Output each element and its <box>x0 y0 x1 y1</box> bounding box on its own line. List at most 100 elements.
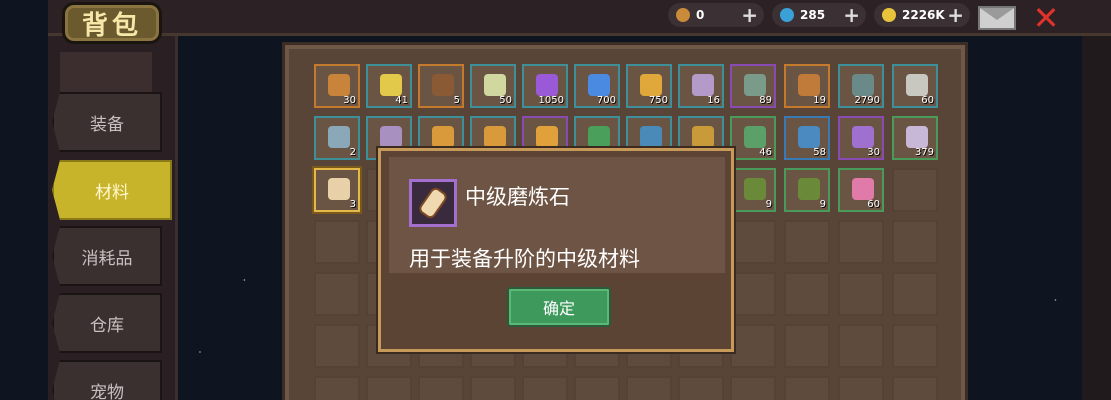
inventory-slot[interactable]: 2790 <box>838 64 884 108</box>
inventory-slot-empty[interactable] <box>730 272 776 316</box>
inventory-slot[interactable]: 46 <box>730 116 776 160</box>
inventory-slot-empty[interactable] <box>574 376 620 400</box>
inventory-slot[interactable]: 89 <box>730 64 776 108</box>
inventory-slot[interactable]: 2 <box>314 116 360 160</box>
inventory-slot-empty[interactable] <box>678 376 724 400</box>
inventory-slot-empty[interactable] <box>314 220 360 264</box>
inventory-slot-empty[interactable] <box>730 324 776 368</box>
inventory-slot-empty[interactable] <box>784 272 830 316</box>
item-count: 5 <box>453 95 460 106</box>
item-count: 379 <box>914 147 934 158</box>
inventory-slot[interactable]: 30 <box>314 64 360 108</box>
inventory-slot[interactable]: 19 <box>784 64 830 108</box>
blue-crystal-icon <box>588 74 610 96</box>
inventory-slot-empty[interactable] <box>892 376 938 400</box>
tab-equipment[interactable]: 装备 <box>52 92 162 152</box>
feather-icon <box>906 74 928 96</box>
coin-icon <box>380 74 402 96</box>
inventory-slot[interactable]: 5 <box>418 64 464 108</box>
inventory-slot[interactable]: 60 <box>892 64 938 108</box>
inventory-slot[interactable]: 60 <box>838 168 884 212</box>
inventory-slot-empty[interactable] <box>838 324 884 368</box>
film-icon <box>852 74 874 96</box>
item-count: 60 <box>921 95 934 106</box>
blue-leaf-icon <box>640 126 662 148</box>
inventory-slot[interactable]: 9 <box>784 168 830 212</box>
inventory-slot-empty[interactable] <box>784 220 830 264</box>
item-count: 41 <box>395 95 408 106</box>
mail-icon[interactable] <box>978 6 1016 30</box>
item-count: 2790 <box>854 95 880 106</box>
ore-icon <box>380 126 402 148</box>
left-frame-accent <box>60 52 152 92</box>
item-count: 89 <box>759 95 772 106</box>
orb-icon <box>484 74 506 96</box>
inventory-slot-empty[interactable] <box>892 272 938 316</box>
gold-crystal-icon <box>640 74 662 96</box>
currency-gem[interactable]: 285 + <box>772 3 866 27</box>
key-icon <box>328 74 350 96</box>
currency-key[interactable]: 0 + <box>668 3 764 27</box>
inventory-slot-empty[interactable] <box>838 376 884 400</box>
inventory-slot-empty[interactable] <box>314 324 360 368</box>
inventory-slot-empty[interactable] <box>730 376 776 400</box>
inventory-slot-empty[interactable] <box>784 376 830 400</box>
currency-gold[interactable]: 2226K + <box>874 3 970 27</box>
item-count: 46 <box>759 147 772 158</box>
popup-header: 中级磨炼石 用于装备升阶的中级材料 <box>389 157 725 273</box>
inventory-slot-empty[interactable] <box>314 272 360 316</box>
item-count: 50 <box>499 95 512 106</box>
inventory-slot-empty[interactable] <box>784 324 830 368</box>
item-count: 30 <box>343 95 356 106</box>
inventory-slot-empty[interactable] <box>838 272 884 316</box>
item-count: 16 <box>707 95 720 106</box>
inventory-slot[interactable]: 41 <box>366 64 412 108</box>
inventory-slot-empty[interactable] <box>626 376 672 400</box>
bone-icon <box>692 74 714 96</box>
tab-materials[interactable]: 材料 <box>52 160 172 220</box>
leaf-icon <box>588 126 610 148</box>
coin-icon <box>882 8 896 22</box>
inventory-slot-empty[interactable] <box>892 220 938 264</box>
add-key-button[interactable]: + <box>741 3 758 27</box>
tab-consumables[interactable]: 消耗品 <box>52 226 162 286</box>
scroll-icon <box>328 178 350 200</box>
item-count: 3 <box>349 199 356 210</box>
add-gold-button[interactable]: + <box>947 3 964 27</box>
inventory-slot[interactable]: 9 <box>730 168 776 212</box>
crown-icon <box>536 126 558 148</box>
currency-gold-value: 2226K <box>902 8 945 22</box>
inventory-slot-empty[interactable] <box>730 220 776 264</box>
currency-gem-value: 285 <box>800 8 826 22</box>
inventory-slot[interactable]: 750 <box>626 64 672 108</box>
inventory-slot[interactable]: 1050 <box>522 64 568 108</box>
blue-map-icon <box>798 126 820 148</box>
item-count: 2 <box>349 147 356 158</box>
inventory-slot-empty[interactable] <box>366 376 412 400</box>
inventory-slot-empty[interactable] <box>418 376 464 400</box>
inventory-slot[interactable]: 30 <box>838 116 884 160</box>
inventory-slot[interactable]: 16 <box>678 64 724 108</box>
inventory-slot-empty[interactable] <box>838 220 884 264</box>
inventory-slot-empty[interactable] <box>314 376 360 400</box>
add-gem-button[interactable]: + <box>843 3 860 27</box>
confirm-button[interactable]: 确定 <box>507 287 611 327</box>
spiral-shell-icon <box>798 74 820 96</box>
inventory-slot[interactable]: 700 <box>574 64 620 108</box>
dagger-icon <box>692 126 714 148</box>
inventory-slot[interactable]: 50 <box>470 64 516 108</box>
inventory-slot[interactable]: 58 <box>784 116 830 160</box>
item-description: 用于装备升阶的中级材料 <box>409 247 640 271</box>
inventory-slot-empty[interactable] <box>470 376 516 400</box>
tab-warehouse[interactable]: 仓库 <box>52 293 162 353</box>
item-count: 58 <box>813 147 826 158</box>
inventory-slot[interactable]: 3 <box>314 168 360 212</box>
inventory-slot-empty[interactable] <box>892 324 938 368</box>
inventory-slot[interactable] <box>892 168 938 212</box>
inventory-slot[interactable]: 379 <box>892 116 938 160</box>
scroll-icon <box>409 179 457 227</box>
inventory-slot-empty[interactable] <box>522 376 568 400</box>
close-icon[interactable]: ✕ <box>1030 2 1062 34</box>
tab-pets[interactable]: 宠物 <box>52 360 162 400</box>
green-map-icon <box>744 178 766 200</box>
